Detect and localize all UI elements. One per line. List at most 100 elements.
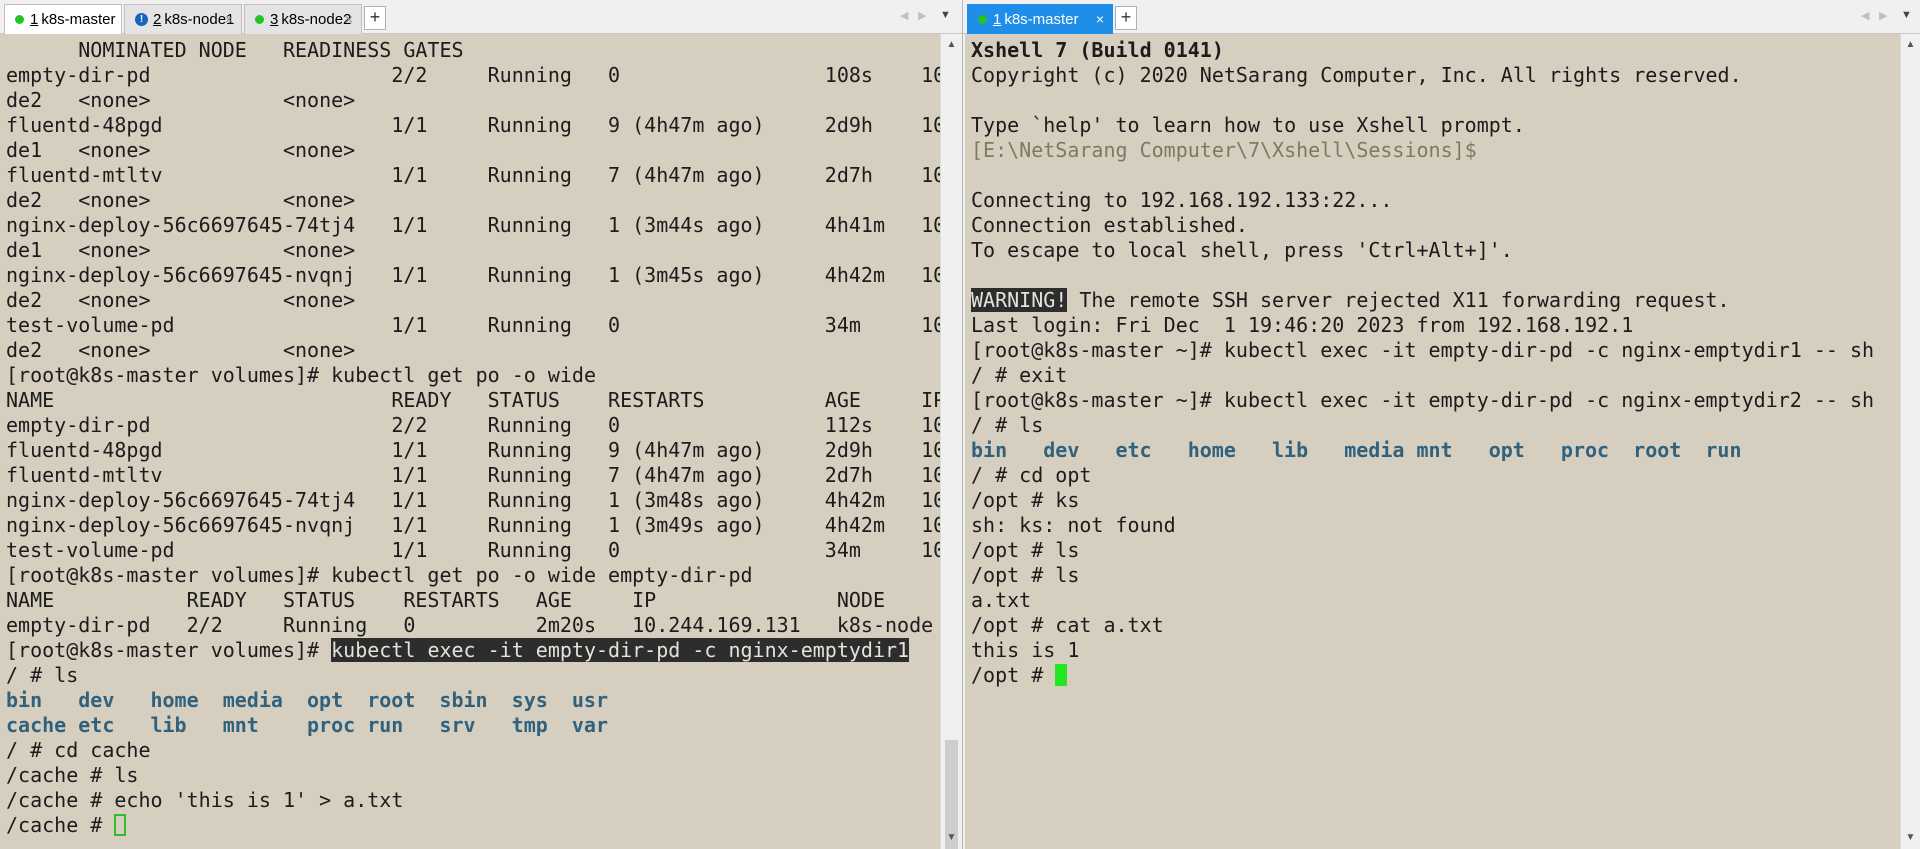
add-tab-button[interactable]: +: [364, 6, 386, 30]
add-tab-button[interactable]: +: [1115, 6, 1137, 30]
tab-list-icon[interactable]: ▼: [940, 9, 951, 21]
terminal-line: fluentd-mtltv 1/1 Running 7 (4h47m ago) …: [6, 463, 940, 487]
shell-prompt: /cache #: [6, 813, 115, 837]
terminal-line: /cache # ls: [6, 763, 139, 787]
terminal-line: nginx-deploy-56c6697645-nvqnj 1/1 Runnin…: [6, 513, 940, 537]
chevron-right-icon[interactable]: ▶: [1879, 9, 1887, 22]
terminal-line: Connection established.: [971, 213, 1248, 237]
terminal-line: Connecting to 192.168.192.133:22...: [971, 188, 1393, 212]
left-tab-bar: 1 k8s-master ! 2 k8s-node1 × 3 k8s-node2…: [0, 0, 962, 34]
terminal-lines: NOMINATED NODE READINESS GATES empty-dir-…: [6, 38, 940, 838]
directory-entry: etc: [1115, 438, 1152, 462]
terminal-line: empty-dir-pd 2/2 Running 0 108s 10.: [6, 63, 940, 87]
directory-entry: var: [571, 713, 608, 737]
directory-entry: etc: [78, 713, 115, 737]
chevron-right-icon[interactable]: ▶: [918, 9, 926, 22]
directory-entry: usr: [571, 688, 608, 712]
terminal-history: NOMINATED NODE READINESS GATES empty-dir-…: [6, 38, 940, 638]
tab-k8s-node1[interactable]: ! 2 k8s-node1 ×: [124, 4, 242, 34]
warning-message: The remote SSH server rejected X11 forwa…: [1067, 288, 1730, 312]
left-scrollbar[interactable]: ▲ ▼: [940, 34, 962, 849]
connection-lines: Connecting to 192.168.192.133:22... Conne…: [971, 188, 1874, 263]
directory-entry: mnt: [222, 713, 259, 737]
terminal-line: [root@k8s-master volumes]# kubectl get p…: [6, 363, 597, 387]
terminal-output-left[interactable]: NOMINATED NODE READINESS GATES empty-dir-…: [0, 34, 940, 849]
warning-badge: WARNING!: [971, 288, 1068, 312]
directory-entry: srv: [439, 713, 476, 737]
chevron-left-icon[interactable]: ◀: [900, 9, 908, 22]
tab-k8s-master-right[interactable]: 1 k8s-master ×: [967, 4, 1113, 34]
terminal-line: test-volume-pd 1/1 Running 0 34m 10.: [6, 538, 940, 562]
terminal-line: /cache # echo 'this is 1' > a.txt: [6, 788, 404, 812]
directory-entry: dev: [1043, 438, 1080, 462]
terminal-line: NAME READY STATUS RESTARTS AGE IP NODE: [6, 588, 885, 612]
help-line: Type `help' to learn how to use Xshell p…: [971, 113, 1525, 137]
terminal-line: / # ls: [6, 663, 79, 687]
terminal-line: To escape to local shell, press 'Ctrl+Al…: [971, 238, 1513, 262]
close-icon[interactable]: ×: [225, 11, 233, 27]
scroll-up-icon[interactable]: ▲: [941, 36, 962, 54]
xshell-banner-title: Xshell 7 (Build 0141): [971, 38, 1224, 62]
local-session-prompt: [E:\NetSarang Computer\7\Xshell\Sessions…: [971, 138, 1477, 162]
terminal-line: de1 <none> <none>: [6, 238, 356, 262]
terminal-line: de2 <none> <none>: [6, 188, 356, 212]
terminal-line: fluentd-48pgd 1/1 Running 9 (4h47m ago) …: [6, 438, 940, 462]
connected-status-icon: [255, 15, 264, 24]
directory-entry: root: [367, 688, 416, 712]
terminal-line: nginx-deploy-56c6697645-74tj4 1/1 Runnin…: [6, 488, 940, 512]
right-session-pane: 1 k8s-master × + ◀ ▶ ▼ Xshell 7 (Build 0…: [962, 0, 1920, 849]
text-cursor: [1055, 664, 1068, 686]
ls-output-row: bin dev etc home lib media mnt opt proc root run: [971, 438, 1874, 463]
copyright-line: Copyright (c) 2020 NetSarang Computer, I…: [971, 63, 1742, 87]
directory-entry: media: [1344, 438, 1405, 462]
text-cursor: [114, 814, 127, 836]
close-icon[interactable]: ×: [1096, 11, 1104, 27]
tab-label: k8s-master: [41, 11, 116, 28]
terminal-output-right[interactable]: Xshell 7 (Build 0141) Copyright (c) 2020…: [965, 34, 1900, 849]
right-scrollbar[interactable]: ▲ ▼: [1900, 34, 1920, 849]
terminal-line: [root@k8s-master ~]# kubectl exec -it em…: [971, 338, 1875, 362]
terminal-line: /opt # ls: [971, 538, 1080, 562]
tab-list-icon[interactable]: ▼: [1901, 9, 1912, 21]
directory-entry: home: [1187, 438, 1236, 462]
terminal-line: fluentd-48pgd 1/1 Running 9 (4h47m ago) …: [6, 113, 940, 137]
tab-number: 2: [153, 11, 162, 28]
terminal-line: fluentd-mtltv 1/1 Running 7 (4h47m ago) …: [6, 163, 940, 187]
right-tab-bar: 1 k8s-master × + ◀ ▶ ▼: [963, 0, 1920, 34]
shell-prompt: /opt #: [971, 663, 1056, 687]
directory-entry: dev: [78, 688, 115, 712]
terminal-line: nginx-deploy-56c6697645-74tj4 1/1 Runnin…: [6, 213, 940, 237]
tab-number: 3: [270, 11, 279, 28]
left-session-pane: 1 k8s-master ! 2 k8s-node1 × 3 k8s-node2…: [0, 0, 962, 849]
close-icon[interactable]: ×: [345, 11, 353, 27]
terminal-line: de2 <none> <none>: [6, 288, 356, 312]
scroll-down-icon[interactable]: ▼: [941, 829, 962, 847]
terminal-line: Last login: Fri Dec 1 19:46:20 2023 from…: [971, 313, 1634, 337]
directory-entry: bin: [971, 438, 1008, 462]
terminal-line: /opt # cat a.txt: [971, 613, 1164, 637]
directory-entry: home: [150, 688, 199, 712]
directory-entry: opt: [306, 688, 344, 712]
active-prompt-line: /opt #: [971, 663, 1874, 688]
scroll-down-icon[interactable]: ▼: [1901, 829, 1920, 847]
tab-label: k8s-master: [1004, 11, 1079, 28]
directory-entry: proc: [1560, 438, 1610, 462]
scroll-up-icon[interactable]: ▲: [1901, 36, 1920, 54]
terminal-line: /opt # ks: [971, 488, 1080, 512]
terminal-line: nginx-deploy-56c6697645-nvqnj 1/1 Runnin…: [6, 263, 940, 287]
chevron-left-icon[interactable]: ◀: [1861, 9, 1869, 22]
directory-entry: mnt: [1416, 438, 1453, 462]
tab-k8s-master-left[interactable]: 1 k8s-master: [4, 4, 122, 34]
directory-entry: lib: [1271, 438, 1309, 462]
terminal-line: test-volume-pd 1/1 Running 0 34m 10.: [6, 313, 940, 337]
directory-entry: run: [1705, 438, 1742, 462]
shell-prompt: [root@k8s-master volumes]#: [6, 638, 332, 662]
terminal-line: de2 <none> <none>: [6, 88, 356, 112]
warning-line: WARNING! The remote SSH server rejected …: [971, 288, 1874, 313]
tab-k8s-node2[interactable]: 3 k8s-node2 ×: [244, 4, 362, 34]
terminal-line: empty-dir-pd 2/2 Running 0 2m20s 10.244.…: [6, 613, 934, 637]
terminal-line: NAME READY STATUS RESTARTS AGE IP: [6, 388, 940, 412]
terminal-line: / # cd opt: [971, 463, 1092, 487]
terminal-line: empty-dir-pd 2/2 Running 0 112s 10.: [6, 413, 940, 437]
